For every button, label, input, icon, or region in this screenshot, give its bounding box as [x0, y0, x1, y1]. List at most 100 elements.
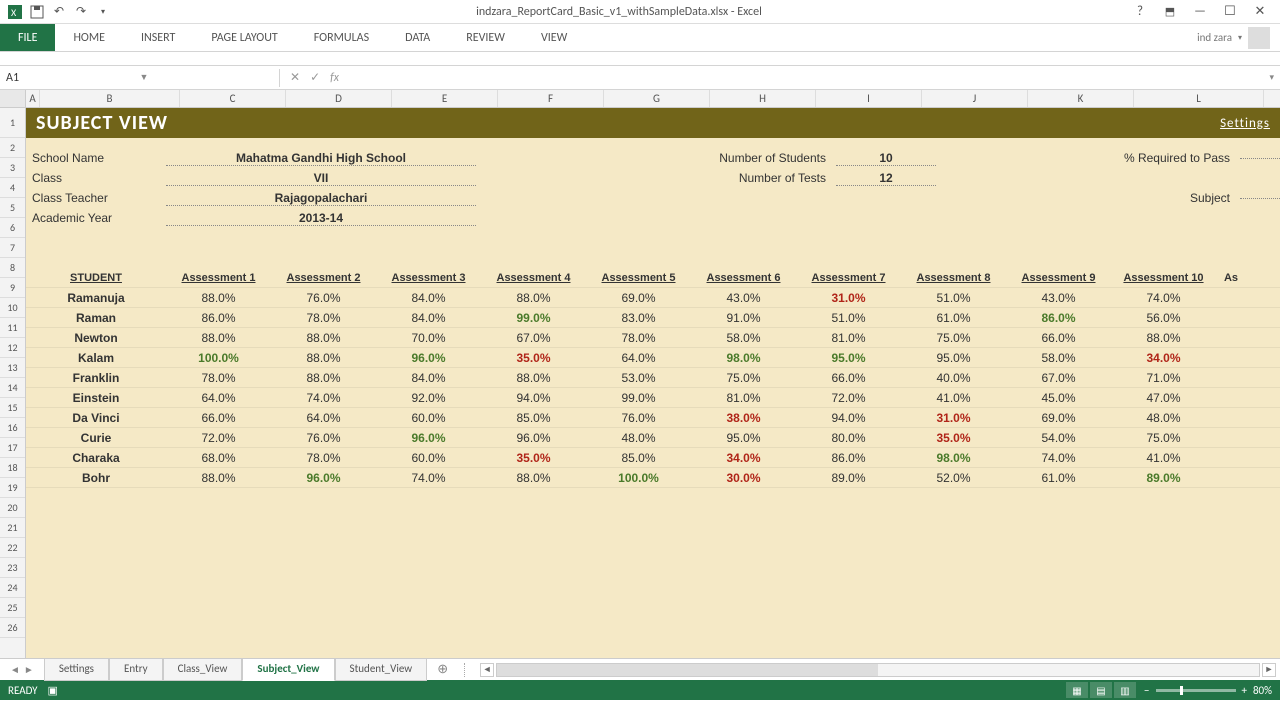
sheet-nav-prev-icon[interactable]: ◄	[10, 663, 20, 676]
new-sheet-button[interactable]: ⊕	[427, 659, 458, 680]
row-header[interactable]: 15	[0, 398, 25, 418]
row-header[interactable]: 26	[0, 618, 25, 638]
table-cell: 71.0%	[1111, 371, 1216, 385]
sheet-tab-entry[interactable]: Entry	[109, 659, 163, 681]
student-name: Einstein	[26, 391, 166, 405]
zoom-level[interactable]: 80%	[1253, 684, 1272, 697]
column-header[interactable]: K	[1028, 90, 1134, 107]
scroll-thumb[interactable]	[497, 664, 878, 676]
row-header[interactable]: 7	[0, 238, 25, 258]
column-header[interactable]: C	[180, 90, 286, 107]
column-header[interactable]: G	[604, 90, 710, 107]
sheet-tab-settings[interactable]: Settings	[44, 659, 109, 681]
row-header[interactable]: 2	[0, 138, 25, 158]
sheet-tab-student_view[interactable]: Student_View	[335, 659, 428, 681]
row-header[interactable]: 3	[0, 158, 25, 178]
sheet-tab-subject_view[interactable]: Subject_View	[242, 659, 334, 681]
help-icon[interactable]: ?	[1128, 4, 1152, 19]
horizontal-scrollbar[interactable]: ◄ ►	[476, 663, 1280, 677]
page-layout-view-button[interactable]: ▤	[1090, 682, 1112, 698]
undo-icon[interactable]: ↶	[50, 3, 68, 21]
row-header[interactable]: 23	[0, 558, 25, 578]
macro-record-icon[interactable]: ▣	[48, 684, 58, 697]
row-header[interactable]: 6	[0, 218, 25, 238]
user-account[interactable]: ind zara ▾	[1187, 24, 1280, 51]
formula-expand-icon[interactable]: ▾	[1263, 72, 1280, 83]
scroll-track[interactable]	[496, 663, 1260, 677]
column-header[interactable]: J	[922, 90, 1028, 107]
cancel-icon[interactable]: ✕	[290, 70, 300, 85]
table-cell: 31.0%	[901, 411, 1006, 425]
row-header[interactable]: 12	[0, 338, 25, 358]
column-header[interactable]: B	[40, 90, 180, 107]
fx-icon[interactable]: fx	[330, 71, 339, 85]
row-header[interactable]: 10	[0, 298, 25, 318]
qat-dropdown-icon[interactable]: ▾	[94, 3, 112, 21]
ribbon-tab-data[interactable]: DATA	[387, 24, 448, 51]
zoom-control[interactable]: − + 80%	[1144, 684, 1272, 697]
row-header[interactable]: 14	[0, 378, 25, 398]
maximize-icon[interactable]: ☐	[1218, 4, 1242, 19]
row-header[interactable]: 25	[0, 598, 25, 618]
column-header[interactable]: A	[26, 90, 40, 107]
name-box[interactable]: A1▼	[0, 69, 280, 87]
enter-icon[interactable]: ✓	[310, 70, 320, 85]
ribbon-tab-home[interactable]: HOME	[55, 24, 123, 51]
ribbon-tab-view[interactable]: VIEW	[523, 24, 585, 51]
table-cell: 86.0%	[166, 311, 271, 325]
column-header[interactable]: L	[1134, 90, 1264, 107]
table-cell: 34.0%	[1111, 351, 1216, 365]
save-icon[interactable]	[28, 3, 46, 21]
row-header[interactable]: 16	[0, 418, 25, 438]
settings-link[interactable]: Settings	[1220, 116, 1270, 131]
formula-input[interactable]	[349, 76, 1263, 80]
select-all-corner[interactable]	[0, 90, 26, 107]
close-icon[interactable]: ✕	[1248, 4, 1272, 19]
table-cell: 30.0%	[691, 471, 796, 485]
column-header[interactable]: D	[286, 90, 392, 107]
ribbon-tab-page-layout[interactable]: PAGE LAYOUT	[193, 24, 295, 51]
zoom-out-button[interactable]: −	[1144, 684, 1149, 697]
ribbon-tab-formulas[interactable]: FORMULAS	[296, 24, 387, 51]
minimize-icon[interactable]: —	[1188, 4, 1212, 19]
table-cell: 98.0%	[901, 451, 1006, 465]
column-header[interactable]: F	[498, 90, 604, 107]
ribbon-tab-insert[interactable]: INSERT	[123, 24, 193, 51]
row-header[interactable]: 1	[0, 108, 25, 138]
row-header[interactable]: 24	[0, 578, 25, 598]
excel-icon[interactable]: X	[6, 3, 24, 21]
zoom-in-button[interactable]: +	[1242, 684, 1247, 697]
row-header[interactable]: 9	[0, 278, 25, 298]
scroll-left-icon[interactable]: ◄	[480, 663, 494, 677]
ribbon-display-icon[interactable]: ⬒	[1158, 5, 1182, 18]
column-header[interactable]: H	[710, 90, 816, 107]
scroll-right-icon[interactable]: ►	[1262, 663, 1276, 677]
table-cell: 84.0%	[376, 311, 481, 325]
file-tab[interactable]: FILE	[0, 24, 55, 51]
row-header[interactable]: 17	[0, 438, 25, 458]
row-header[interactable]: 20	[0, 498, 25, 518]
row-header[interactable]: 13	[0, 358, 25, 378]
page-break-view-button[interactable]: ▥	[1114, 682, 1136, 698]
column-header[interactable]: I	[816, 90, 922, 107]
worksheet-cells[interactable]: SUBJECT VIEW Settings School Name Mahatm…	[26, 108, 1280, 658]
redo-icon[interactable]: ↷	[72, 3, 90, 21]
row-header[interactable]: 18	[0, 458, 25, 478]
chevron-down-icon[interactable]: ▼	[140, 72, 274, 83]
sheet-nav-next-icon[interactable]: ►	[24, 663, 34, 676]
ribbon-tab-review[interactable]: REVIEW	[448, 24, 523, 51]
row-header[interactable]: 8	[0, 258, 25, 278]
row-header[interactable]: 4	[0, 178, 25, 198]
table-cell: 64.0%	[586, 351, 691, 365]
row-header[interactable]: 19	[0, 478, 25, 498]
zoom-slider[interactable]	[1156, 689, 1236, 692]
table-row: Franklin78.0%88.0%84.0%88.0%53.0%75.0%66…	[26, 368, 1280, 388]
sheet-tab-class_view[interactable]: Class_View	[163, 659, 243, 681]
normal-view-button[interactable]: ▦	[1066, 682, 1088, 698]
row-header[interactable]: 22	[0, 538, 25, 558]
quick-access-toolbar: X ↶ ↷ ▾	[0, 3, 118, 21]
row-header[interactable]: 21	[0, 518, 25, 538]
row-header[interactable]: 11	[0, 318, 25, 338]
column-header[interactable]: E	[392, 90, 498, 107]
row-header[interactable]: 5	[0, 198, 25, 218]
